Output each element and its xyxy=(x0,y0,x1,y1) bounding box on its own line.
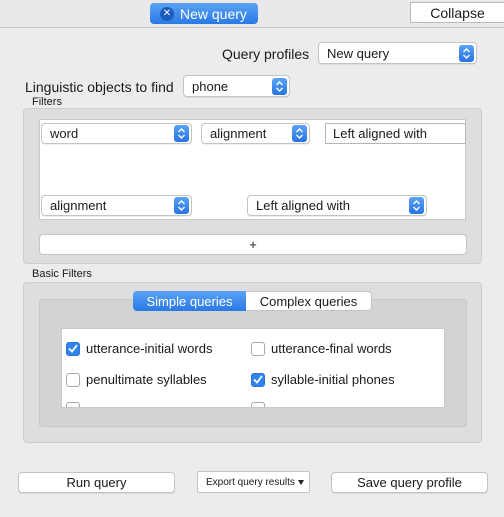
option-utterance-final-words[interactable]: utterance-final words xyxy=(251,341,392,356)
tab-complex-queries[interactable]: Complex queries xyxy=(246,291,372,311)
filter-property-select[interactable]: alignment xyxy=(201,123,310,144)
linguistic-objects-label: Linguistic objects to find xyxy=(25,79,174,95)
add-filter-button[interactable]: + xyxy=(39,234,467,255)
top-bar-divider xyxy=(0,27,504,28)
basic-filters-title: Basic Filters xyxy=(32,268,92,280)
collapse-button[interactable]: Collapse xyxy=(410,2,504,23)
query-profiles-select[interactable]: New query xyxy=(318,42,477,64)
option-label: syllable-initial phones xyxy=(271,372,395,387)
checkbox-unchecked-icon[interactable] xyxy=(66,372,80,387)
chevron-updown-icon xyxy=(409,197,424,214)
tab-simple-queries[interactable]: Simple queries xyxy=(133,291,246,311)
linguistic-objects-value: phone xyxy=(192,78,229,94)
simple-queries-list: utterance-initial words utterance-final … xyxy=(61,328,445,408)
option-label: utterance-final words xyxy=(271,341,392,356)
query-profiles-value: New query xyxy=(327,45,390,61)
filter-relation-select[interactable]: Left aligned with xyxy=(247,195,427,216)
run-query-button[interactable]: Run query xyxy=(18,472,175,493)
query-profiles-label: Query profiles xyxy=(222,46,310,62)
option-syllable-initial-phones[interactable]: syllable-initial phones xyxy=(251,372,395,387)
option-label: penultimate syllables xyxy=(86,372,207,387)
filter-object-value: word xyxy=(50,126,79,141)
chevron-updown-icon xyxy=(174,125,189,142)
checkbox-unchecked-icon[interactable] xyxy=(251,402,265,407)
tab-new-query[interactable]: ✕ New query xyxy=(150,3,258,24)
filter-property-value: alignment xyxy=(210,126,267,141)
chevron-updown-icon xyxy=(292,125,307,142)
filter-relation-field[interactable]: Left aligned with xyxy=(325,123,466,144)
checkbox-unchecked-icon[interactable] xyxy=(66,402,80,407)
option-utterance-initial-words[interactable]: utterance-initial words xyxy=(66,341,212,356)
chevron-updown-icon xyxy=(459,44,474,62)
filter-object-value: alignment xyxy=(50,198,107,213)
save-query-profile-button[interactable]: Save query profile xyxy=(331,472,488,493)
filters-title: Filters xyxy=(32,96,62,108)
filter-object-select[interactable]: word xyxy=(41,123,192,144)
export-query-results-button[interactable]: Export query results xyxy=(197,471,310,493)
chevron-updown-icon xyxy=(272,77,287,95)
dropdown-arrow-icon xyxy=(297,479,304,485)
option-penultimate-syllables[interactable]: penultimate syllables xyxy=(66,372,207,387)
filter-relation-value: Left aligned with xyxy=(256,198,350,213)
option-label: utterance-initial words xyxy=(86,341,213,356)
checkbox-unchecked-icon[interactable] xyxy=(251,341,265,356)
close-icon[interactable]: ✕ xyxy=(160,6,174,21)
filter-object-select[interactable]: alignment xyxy=(41,195,192,216)
tab-label: New query xyxy=(180,5,247,22)
linguistic-objects-select[interactable]: phone xyxy=(183,75,290,97)
export-label: Export query results xyxy=(206,476,295,488)
chevron-updown-icon xyxy=(174,197,189,214)
checkbox-checked-icon[interactable] xyxy=(66,341,80,356)
checkbox-checked-icon[interactable] xyxy=(251,372,265,387)
